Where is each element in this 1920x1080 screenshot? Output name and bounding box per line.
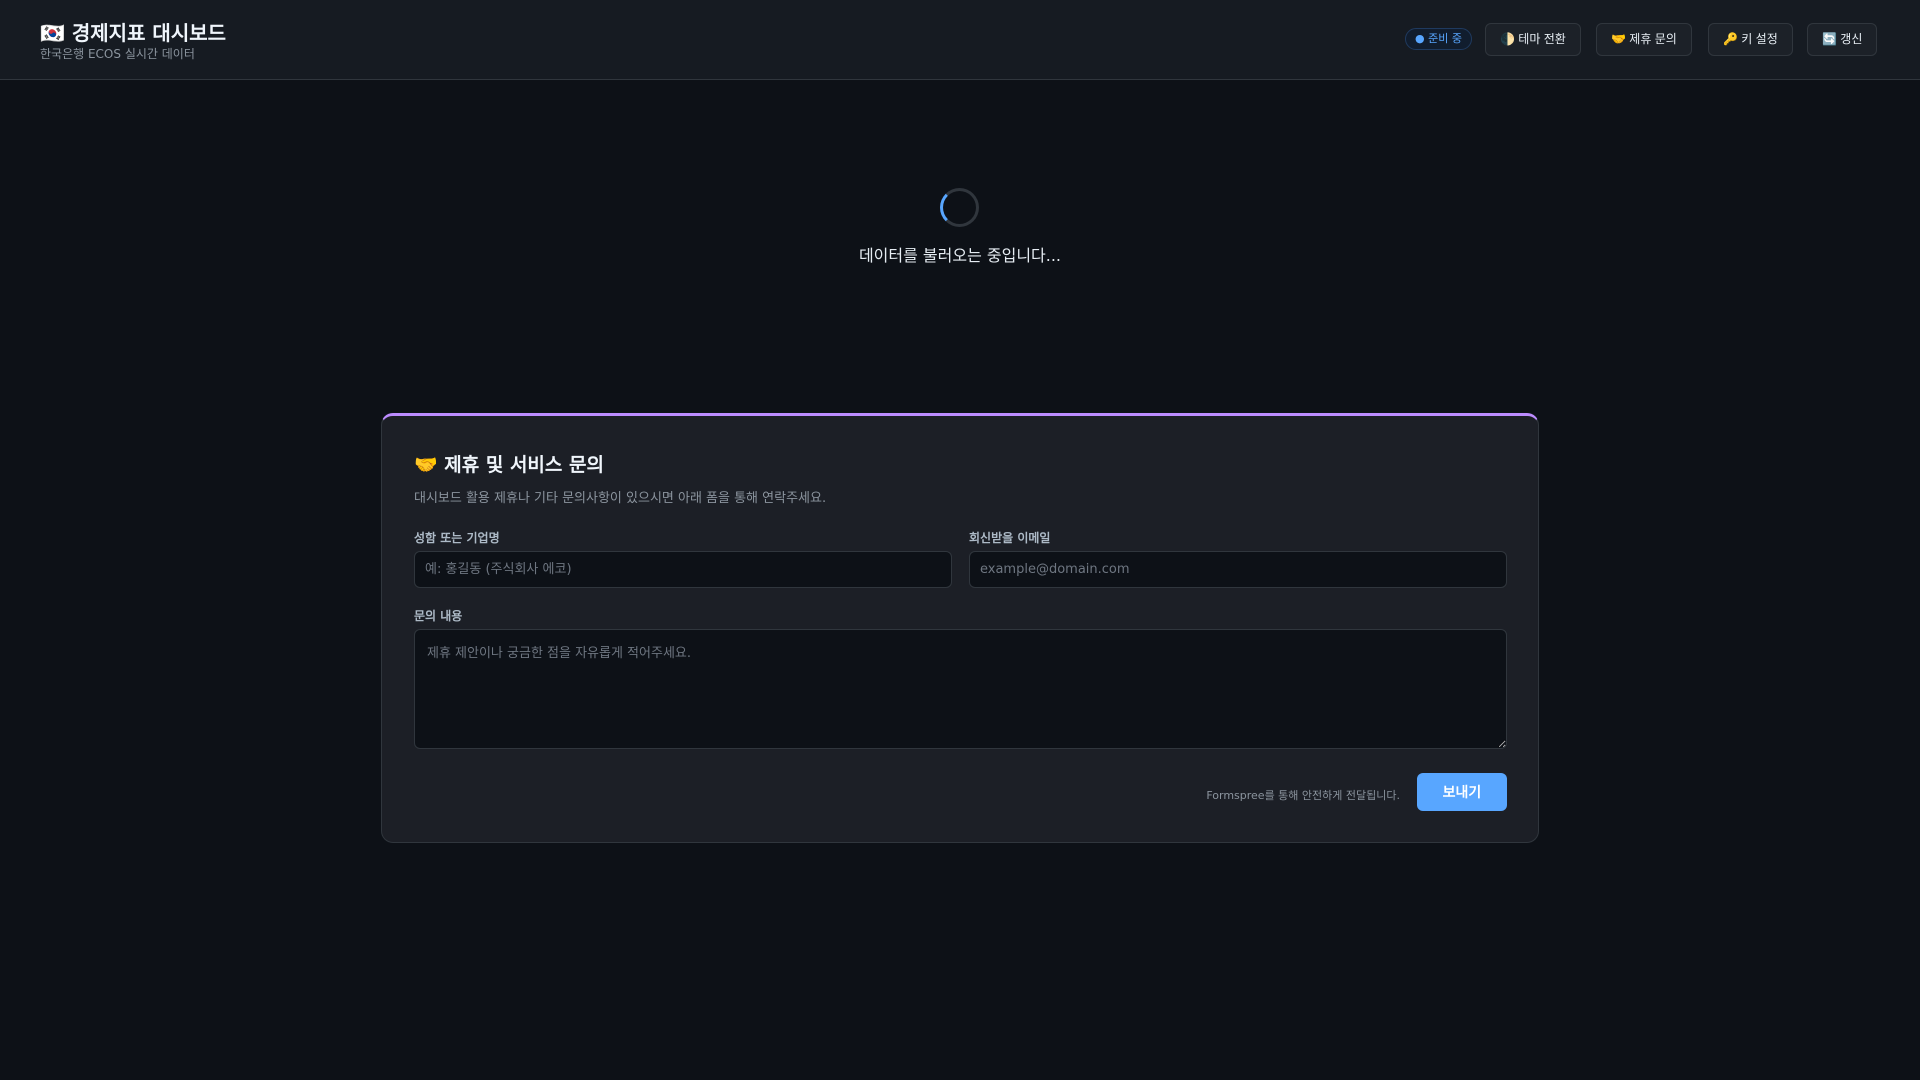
page-subtitle: 한국은행 ECOS 실시간 데이터 — [40, 47, 195, 61]
theme-toggle-button[interactable]: 🌓 테마 전환 — [1485, 23, 1581, 56]
message-label: 문의 내용 — [414, 609, 463, 623]
name-input[interactable] — [414, 551, 952, 588]
contact-form-card: 🤝 제휴 및 서비스 문의 대시보드 활용 제휴나 기타 문의사항이 있으시면 … — [381, 413, 1539, 843]
loading-text: 데이터를 불러오는 중입니다... — [858, 246, 1062, 265]
message-textarea[interactable] — [414, 629, 1507, 749]
contact-title: 🤝 제휴 및 서비스 문의 — [414, 454, 604, 476]
send-button[interactable]: 보내기 — [1417, 773, 1507, 811]
key-settings-button[interactable]: 🔑 키 설정 — [1708, 23, 1793, 56]
page-title: 🇰🇷 경제지표 대시보드 — [40, 21, 227, 45]
contact-description: 대시보드 활용 제휴나 기타 문의사항이 있으시면 아래 폼을 통해 연락주세요… — [414, 491, 827, 506]
email-label: 회신받을 이메일 — [969, 531, 1051, 545]
loading-spinner-icon — [940, 188, 979, 227]
email-input[interactable] — [969, 551, 1507, 588]
partner-inquiry-button[interactable]: 🤝 제휴 문의 — [1596, 23, 1692, 56]
refresh-button[interactable]: 🔄 갱신 — [1807, 23, 1878, 56]
header: 🇰🇷 경제지표 대시보드 한국은행 ECOS 실시간 데이터 ● 준비 중 🌓 … — [0, 0, 1920, 80]
name-label: 성함 또는 기업명 — [414, 531, 500, 545]
formspree-note: Formspree를 통해 안전하게 전달됩니다. — [1206, 789, 1400, 802]
status-badge: ● 준비 중 — [1405, 28, 1472, 50]
